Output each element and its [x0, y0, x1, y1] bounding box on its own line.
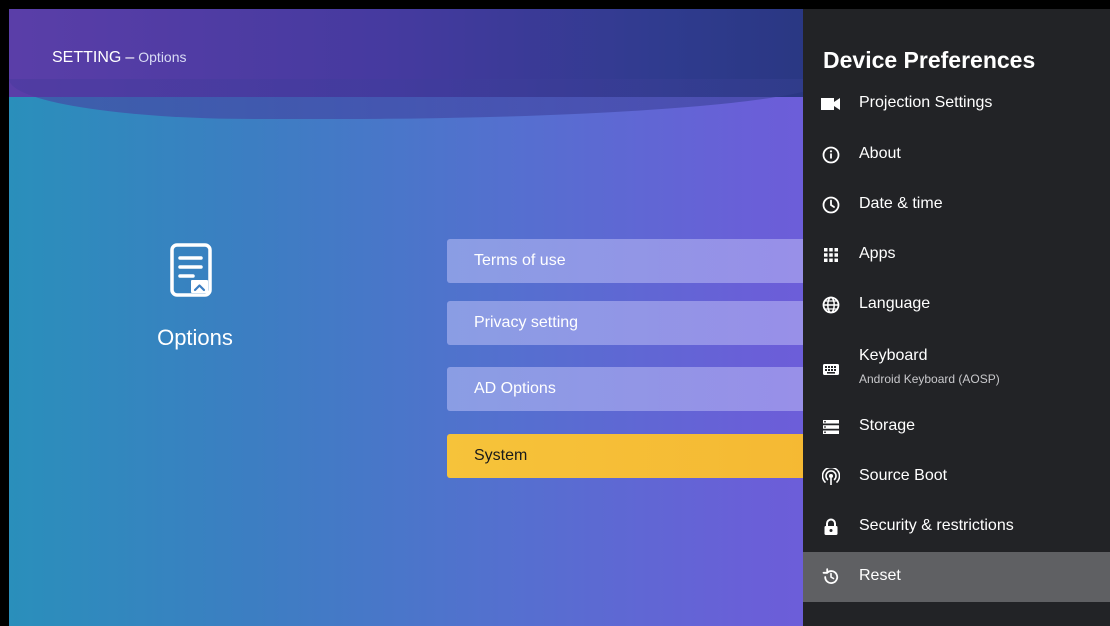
pref-item-reset[interactable]: Reset: [803, 552, 1110, 602]
pref-label: Projection Settings: [859, 94, 993, 111]
pref-item-storage[interactable]: Storage: [803, 402, 1110, 452]
breadcrumb-subtitle: Options: [138, 49, 187, 65]
system-button[interactable]: System: [447, 434, 807, 478]
pref-label: Reset: [859, 567, 901, 584]
terms-of-use-button[interactable]: Terms of use: [447, 239, 807, 283]
reset-icon: [821, 567, 841, 587]
pref-item-source-boot[interactable]: Source Boot: [803, 452, 1110, 502]
source-boot-icon: [821, 467, 841, 487]
clock-icon: [821, 195, 841, 215]
globe-icon: [821, 295, 841, 315]
pref-item-apps[interactable]: Apps: [803, 230, 1110, 280]
section-title: Options: [157, 325, 233, 350]
pref-label: Language: [859, 295, 931, 312]
breadcrumb-title: SETTING: [52, 49, 122, 66]
panel-title: Device Preferences: [823, 47, 1036, 73]
pref-label: Source Boot: [859, 467, 948, 484]
projector-icon: [821, 94, 841, 114]
pref-label: Security & restrictions: [859, 517, 1014, 534]
pref-item-keyboard[interactable]: Keyboard Android Keyboard (AOSP): [803, 337, 1110, 401]
pref-label: About: [859, 145, 901, 162]
storage-icon: [821, 417, 841, 437]
pref-item-security-restrictions[interactable]: Security & restrictions: [803, 502, 1110, 552]
header-curve-decoration: [9, 79, 829, 119]
document-icon: [167, 242, 219, 300]
apps-grid-icon: [821, 245, 841, 265]
pref-label: Keyboard: [859, 347, 928, 364]
pref-label: Storage: [859, 417, 916, 434]
pref-item-about[interactable]: About: [803, 130, 1110, 180]
pref-item-projection-settings[interactable]: Projection Settings: [803, 79, 1110, 129]
pref-sublabel: Android Keyboard (AOSP): [859, 372, 1000, 386]
pref-label: Apps: [859, 245, 896, 262]
lock-icon: [821, 517, 841, 537]
info-icon: [821, 145, 841, 165]
pref-item-language[interactable]: Language: [803, 280, 1110, 330]
privacy-setting-button[interactable]: Privacy setting: [447, 301, 807, 345]
pref-item-date-time[interactable]: Date & time: [803, 180, 1110, 230]
device-preferences-panel: Device Preferences Projection Settings A…: [803, 9, 1110, 626]
ad-options-button[interactable]: AD Options: [447, 367, 807, 411]
breadcrumb-separator: –: [125, 49, 135, 66]
pref-label: Date & time: [859, 195, 943, 212]
keyboard-icon: [821, 359, 841, 379]
breadcrumb: SETTING – Options: [52, 49, 187, 67]
